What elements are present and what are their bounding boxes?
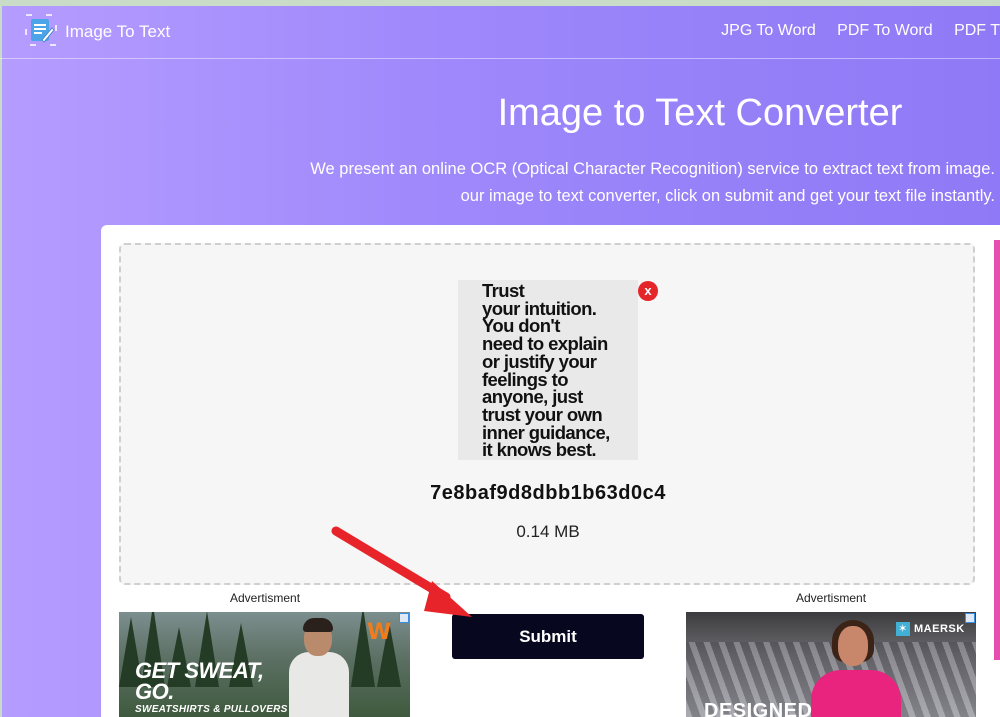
nav-link-pdf-truncated[interactable]: PDF T xyxy=(954,22,1000,39)
side-accent xyxy=(994,240,1000,660)
nav-link-pdf-to-word[interactable]: PDF To Word xyxy=(837,22,932,39)
ad-choices-icon[interactable] xyxy=(965,613,975,623)
ad-banner-left[interactable]: W GET SWEAT, GO. SWEATSHIRTS & PULLOVERS xyxy=(119,612,410,717)
ad-banner-right[interactable]: ✶ MAERSK DESIGNED xyxy=(686,612,976,717)
top-navbar: Image To Text JPG To Word PDF To Word PD… xyxy=(0,6,1000,59)
brand-name[interactable]: Image To Text xyxy=(65,22,170,42)
ad-subtitle: SWEATSHIRTS & PULLOVERS xyxy=(135,704,288,715)
model-figure xyxy=(811,670,901,717)
ad-brand-logo: ✶ MAERSK xyxy=(896,622,965,636)
ad-label-left: Advertisment xyxy=(230,591,301,605)
page-description: We present an online OCR (Optical Charac… xyxy=(310,156,995,210)
model-head xyxy=(838,626,868,666)
description-line-1: We present an online OCR (Optical Charac… xyxy=(310,160,995,178)
page-title: Image to Text Converter xyxy=(497,92,903,134)
submit-button[interactable]: Submit xyxy=(452,614,644,659)
quote-line: it knows best. xyxy=(482,439,597,461)
ad-label-right: Advertisment xyxy=(796,591,867,605)
logo-icon[interactable] xyxy=(25,14,57,46)
quote-line: trust your own xyxy=(482,403,603,425)
ad-headline-line: GO. xyxy=(135,679,174,704)
ad-headline: DESIGNED xyxy=(704,700,813,717)
remove-image-button[interactable]: x xyxy=(638,281,658,301)
file-name: 7e8baf9d8dbb1b63d0c4 xyxy=(430,482,666,504)
window-edge xyxy=(0,6,2,717)
preview-quote-text: Trust your intuition. You don't need to … xyxy=(482,281,638,461)
red-arrow-annotation xyxy=(331,526,472,617)
model-hair xyxy=(303,618,333,632)
quote-line: or justify your xyxy=(482,350,597,372)
uploaded-image-preview: Trust your intuition. You don't need to … xyxy=(458,280,638,460)
nav-link-jpg-to-word[interactable]: JPG To Word xyxy=(721,22,816,39)
ad-brand-name: MAERSK xyxy=(914,622,965,635)
ad-headline-line: GET SWEAT, xyxy=(135,658,264,683)
ad-headline: GET SWEAT, GO. xyxy=(135,658,264,704)
nav-links: JPG To Word PDF To Word PDF T xyxy=(704,22,1000,46)
model-figure xyxy=(289,652,349,717)
star-icon: ✶ xyxy=(896,622,910,636)
description-line-2: our image to text converter, click on su… xyxy=(460,187,995,205)
